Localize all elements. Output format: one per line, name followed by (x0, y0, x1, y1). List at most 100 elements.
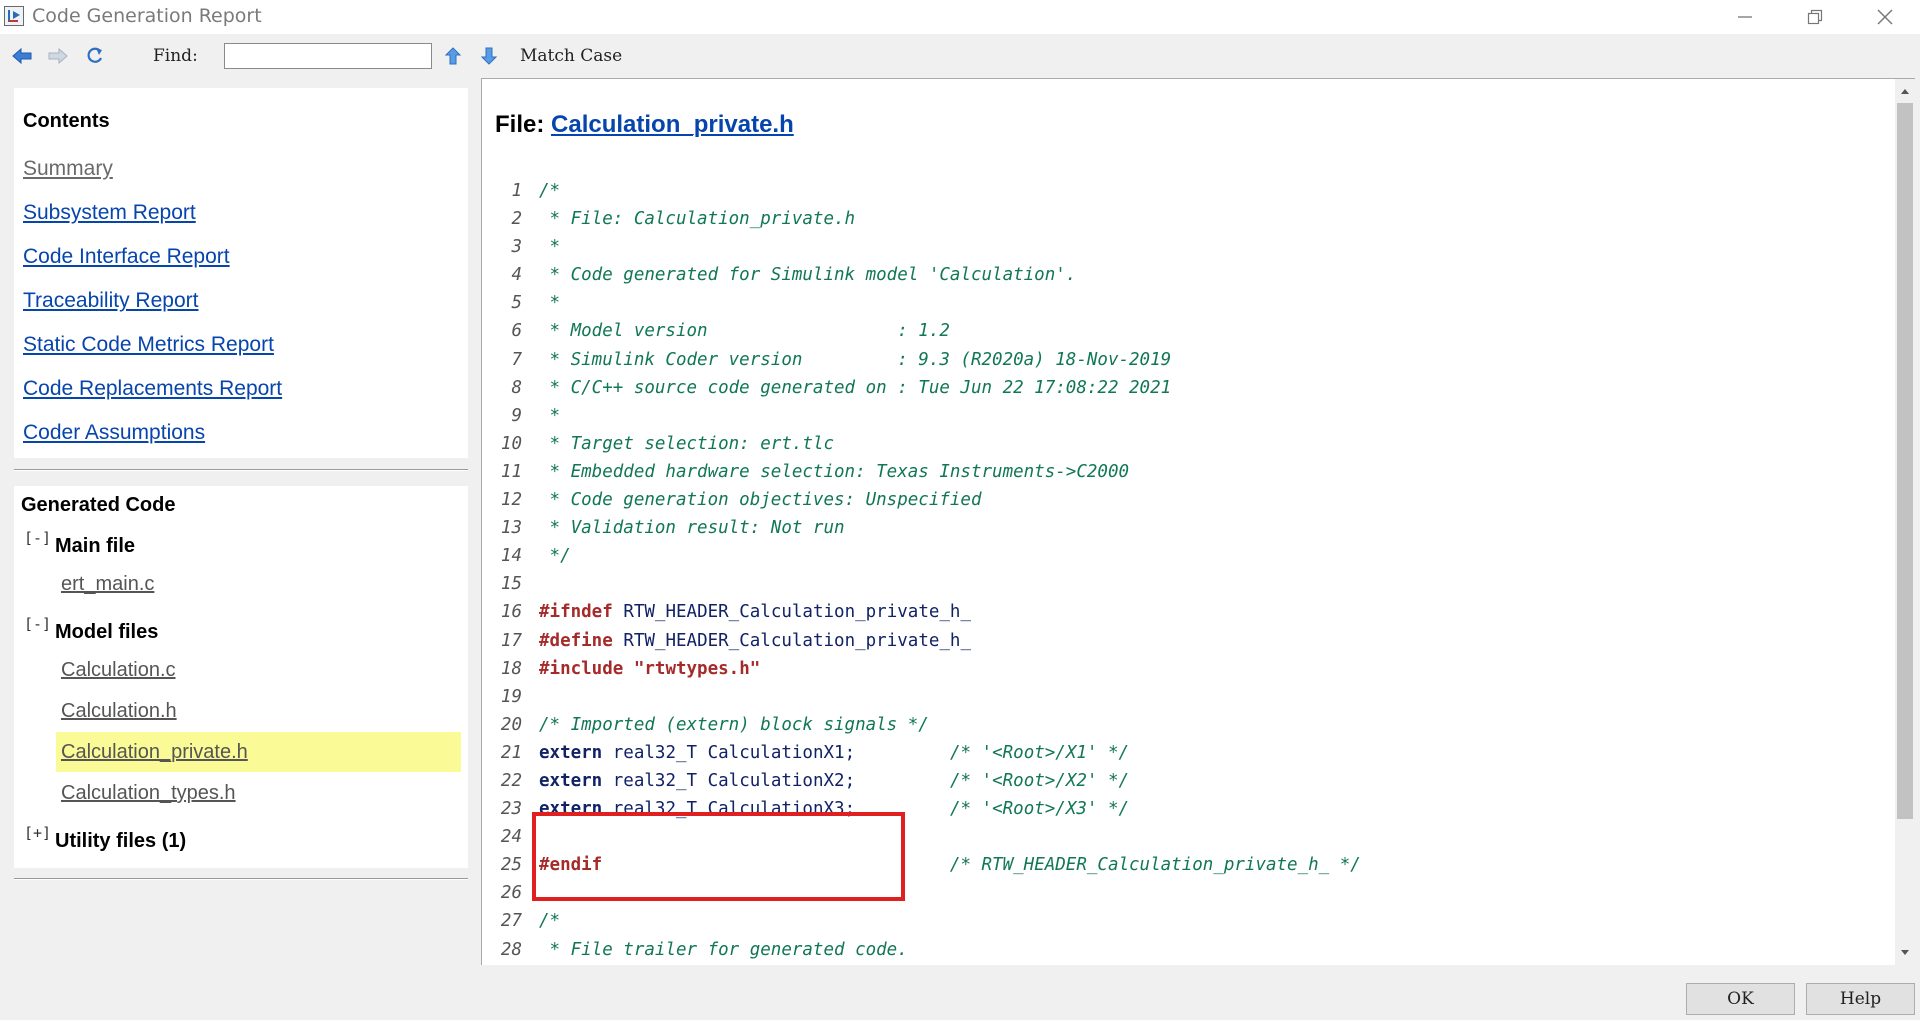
line-number: 1 (511, 181, 522, 201)
file-link-calculation-h[interactable]: Calculation.h (61, 700, 177, 723)
code-line: 22 extern real32_T CalculationX2; /* '<Ro… (482, 767, 1895, 795)
forward-button[interactable] (45, 44, 71, 68)
help-button[interactable]: Help (1806, 983, 1915, 1015)
vertical-scrollbar[interactable] (1895, 78, 1915, 965)
contents-title: Contents (23, 110, 110, 132)
file-heading: File: Calculation_private.h (495, 111, 794, 139)
restore-icon (1807, 9, 1823, 25)
line-number: 4 (511, 265, 522, 286)
code-line: 25 #endif /* RTW_HEADER_Calculation_priva… (482, 851, 1895, 879)
find-previous-button[interactable] (440, 44, 466, 68)
ok-button[interactable]: OK (1686, 983, 1795, 1015)
minimize-icon (1738, 16, 1752, 18)
scroll-down-button[interactable] (1895, 943, 1915, 963)
file-link-calculation-types-h[interactable]: Calculation_types.h (61, 782, 236, 805)
code-text: #include "rtwtypes.h" (539, 658, 761, 679)
line-number: 26 (500, 883, 522, 904)
static-code-metrics-report-link[interactable]: Static Code Metrics Report (23, 333, 274, 357)
code-line: 18 #include "rtwtypes.h" (482, 655, 1895, 683)
code-text: * Simulink Coder version : 9.3 (R2020a) … (539, 349, 1172, 370)
line-number: 14 (500, 546, 522, 567)
line-number: 18 (500, 658, 522, 679)
code-replacements-report-link[interactable]: Code Replacements Report (23, 377, 282, 401)
line-number: 12 (500, 490, 522, 511)
code-text: #endif /* RTW_HEADER_Calculation_private… (539, 855, 1361, 876)
minimize-button[interactable] (1710, 0, 1780, 34)
code-line: 6 * Model version : 1.2 (482, 317, 1895, 345)
code-text: * File: Calculation_private.h (539, 209, 856, 230)
line-number: 28 (500, 939, 522, 960)
main-file-group-label: Main file (55, 535, 136, 557)
code-text: /* Imported (extern) block signals */ (539, 714, 929, 735)
source-code: 1/* 2 * File: Calculation_private.h 3 * 4 *… (482, 177, 1895, 964)
code-text: /* (539, 911, 561, 932)
file-link-calculation-c[interactable]: Calculation.c (61, 659, 176, 682)
code-text: #define RTW_HEADER_Calculation_private_h… (539, 630, 971, 651)
code-line: 8 * C/C++ source code generated on : Tue… (482, 374, 1895, 402)
line-number: 7 (511, 349, 522, 370)
arrow-right-icon (48, 47, 68, 65)
utility-files-expand-toggle[interactable]: [+] (24, 824, 51, 842)
restore-button[interactable] (1780, 0, 1850, 34)
scroll-up-button[interactable] (1895, 81, 1915, 101)
navigation-panel: Contents Summary Subsystem Report Code I… (0, 78, 480, 963)
code-line: 7 * Simulink Coder version : 9.3 (R2020a… (482, 346, 1895, 374)
code-line: 4 * Code generated for Simulink model 'C… (482, 261, 1895, 289)
model-files-collapse-toggle[interactable]: [-] (24, 615, 51, 633)
code-text: */ (539, 546, 571, 567)
arrow-left-icon (12, 47, 32, 65)
code-text: * (539, 237, 561, 258)
code-text: * (539, 405, 561, 426)
line-number: 21 (500, 742, 522, 763)
refresh-icon (87, 47, 102, 63)
arrow-up-icon (445, 47, 461, 65)
code-interface-report-link[interactable]: Code Interface Report (23, 245, 230, 269)
file-name-link[interactable]: Calculation_private.h (551, 111, 794, 138)
scroll-thumb[interactable] (1897, 103, 1913, 819)
line-number: 15 (500, 574, 522, 595)
line-number: 9 (511, 405, 522, 426)
code-line: 2 * File: Calculation_private.h (482, 205, 1895, 233)
find-next-button[interactable] (476, 44, 502, 68)
file-link-ert-main-c[interactable]: ert_main.c (61, 573, 154, 596)
code-text: * C/C++ source code generated on : Tue J… (539, 377, 1172, 398)
line-number: 27 (500, 911, 522, 932)
code-line: 24 (482, 823, 1895, 851)
line-number: 22 (500, 770, 522, 791)
line-number: 11 (500, 461, 522, 482)
code-text: extern real32_T CalculationX2; /* '<Root… (539, 770, 1130, 791)
code-text: * Code generation objectives: Unspecifie… (539, 490, 982, 511)
find-input[interactable] (224, 43, 432, 69)
match-case-toggle[interactable]: Match Case (520, 46, 622, 66)
utility-files-group-label: Utility files (1) (55, 830, 187, 852)
code-line: 21 extern real32_T CalculationX1; /* '<Ro… (482, 739, 1895, 767)
file-link-calculation-private-h[interactable]: Calculation_private.h (61, 741, 248, 764)
title-bar: Code Generation Report (0, 0, 1920, 34)
line-number: 20 (500, 714, 522, 735)
line-number: 23 (500, 799, 522, 820)
close-button[interactable] (1850, 0, 1920, 34)
code-line: 17 #define RTW_HEADER_Calculation_private… (482, 627, 1895, 655)
code-line: 1 /* (482, 177, 1895, 205)
model-files-group-label: Model files (55, 621, 159, 643)
contents-section: Contents Summary Subsystem Report Code I… (14, 88, 468, 458)
matlab-report-icon (4, 6, 24, 26)
code-line: 20 /* Imported (extern) block signals */ (482, 711, 1895, 739)
code-line: 5 * (482, 289, 1895, 317)
coder-assumptions-link[interactable]: Coder Assumptions (23, 421, 205, 445)
line-number: 13 (500, 518, 522, 539)
code-text: * (539, 293, 561, 314)
arrow-down-icon (481, 47, 497, 65)
traceability-report-link[interactable]: Traceability Report (23, 289, 198, 313)
subsystem-report-link[interactable]: Subsystem Report (23, 201, 196, 225)
scroll-down-icon (1901, 950, 1909, 955)
back-button[interactable] (9, 44, 35, 68)
code-text: * Target selection: ert.tlc (539, 433, 835, 454)
refresh-button[interactable] (82, 44, 108, 68)
summary-link[interactable]: Summary (23, 157, 113, 181)
line-number: 25 (500, 855, 522, 876)
code-text: extern real32_T CalculationX1; /* '<Root… (539, 742, 1130, 763)
code-line: 12 * Code generation objectives: Unspeci… (482, 486, 1895, 514)
main-file-collapse-toggle[interactable]: [-] (24, 529, 51, 547)
divider (14, 469, 468, 471)
